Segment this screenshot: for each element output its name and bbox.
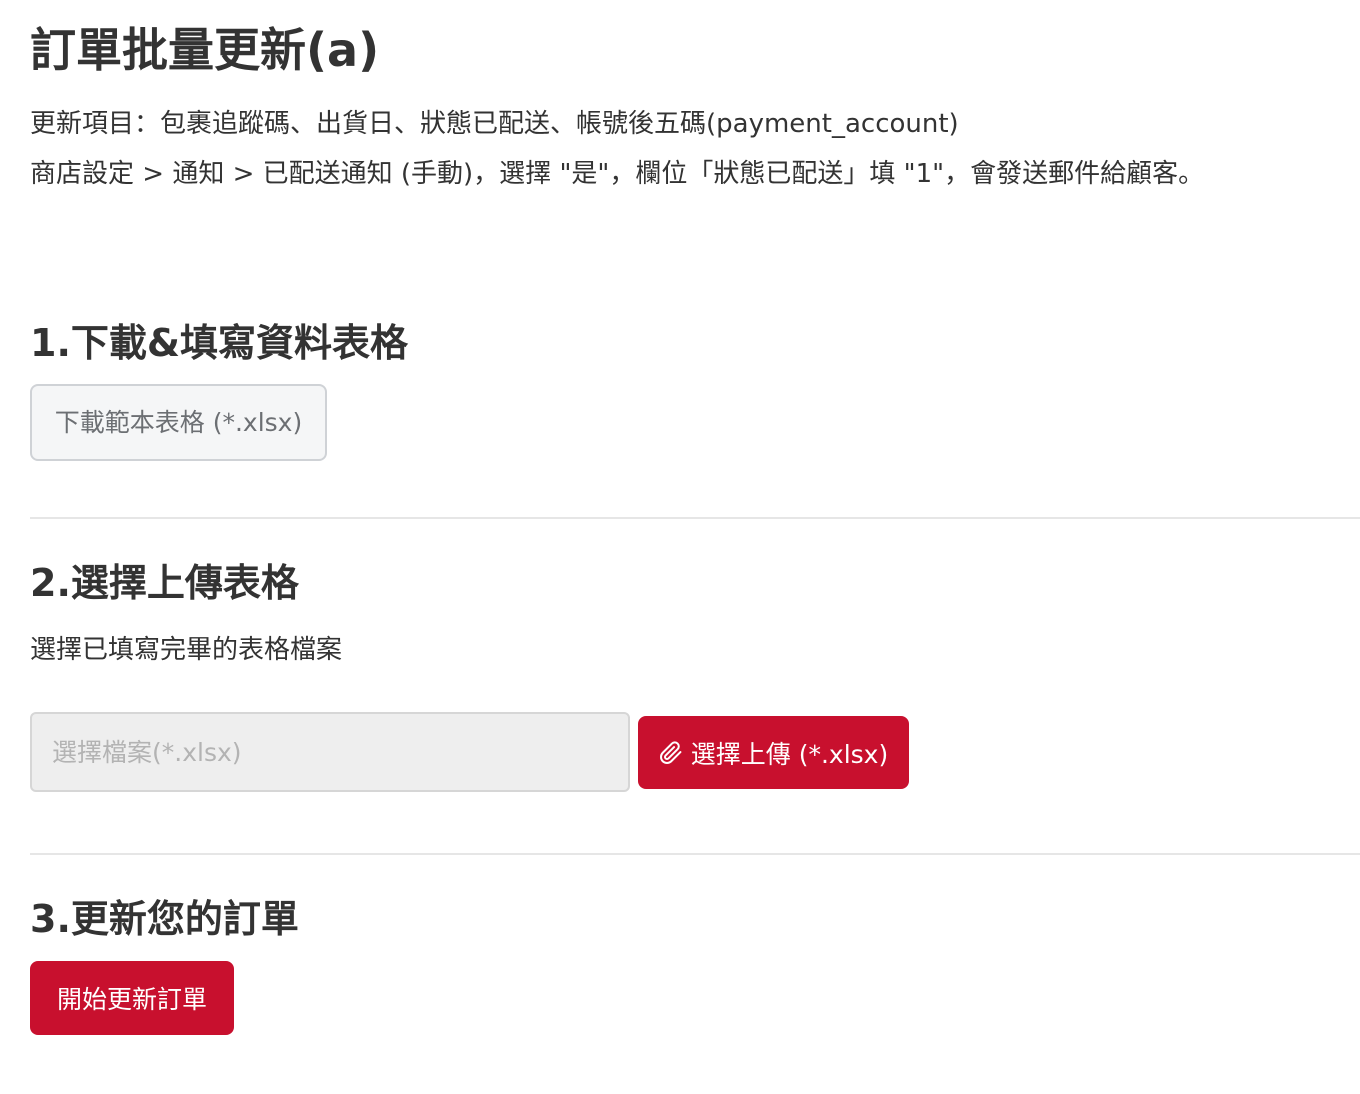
description-notification-note: 商店設定 > 通知 > 已配送通知 (手動)，選擇 "是"，欄位「狀態已配送」填… xyxy=(30,159,1205,189)
description-update-items: 更新項目：包裹追蹤碼、出貨日、狀態已配送、帳號後五碼(payment_accou… xyxy=(30,109,959,139)
download-template-button[interactable]: 下載範本表格 (*.xlsx) xyxy=(30,384,327,461)
step2-helper-text: 選擇已填寫完畢的表格檔案 xyxy=(30,635,343,665)
section-divider xyxy=(30,853,1360,855)
page-title: 訂單批量更新(a) xyxy=(30,23,380,77)
page: 訂單批量更新(a) 更新項目：包裹追蹤碼、出貨日、狀態已配送、帳號後五碼(pay… xyxy=(0,0,1360,1094)
step3-title: 3.更新您的訂單 xyxy=(30,897,299,941)
step2-title: 2.選擇上傳表格 xyxy=(30,561,299,605)
paperclip-icon xyxy=(659,740,683,765)
file-path-input[interactable] xyxy=(30,712,630,792)
step1-title: 1.下載&填寫資料表格 xyxy=(30,321,409,365)
upload-button-label: 選擇上傳 (*.xlsx) xyxy=(690,739,889,769)
upload-file-button[interactable]: 選擇上傳 (*.xlsx) xyxy=(638,716,909,789)
start-update-button[interactable]: 開始更新訂單 xyxy=(30,961,234,1035)
section-divider xyxy=(30,517,1360,519)
